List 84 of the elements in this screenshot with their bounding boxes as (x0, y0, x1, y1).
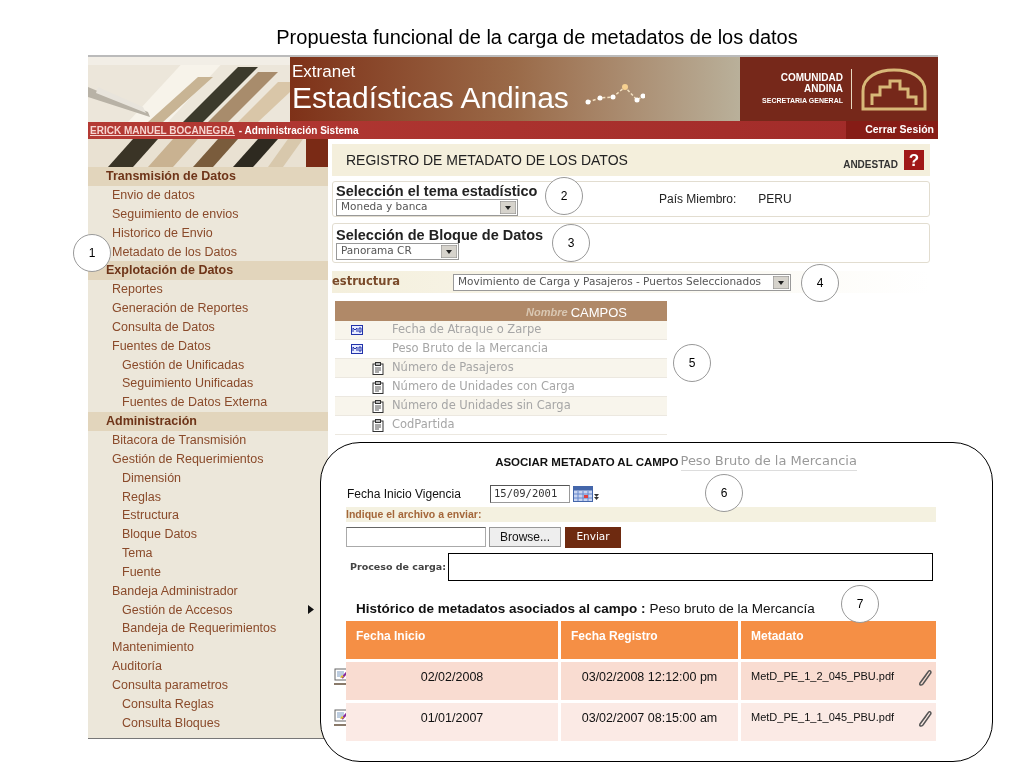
slide-title: Propuesta funcional de la carga de metadatos de los datos (276, 24, 798, 50)
menu-item[interactable]: Metadato de los Datos (112, 245, 238, 259)
date-label: Fecha Inicio Vigencia (346, 486, 462, 503)
menu-item[interactable]: Envio de datos (112, 189, 195, 202)
callout-marker: 4 (801, 264, 839, 302)
section-label: Selección de Bloque de Datos (336, 226, 544, 243)
table-cell: 02/02/2008 (346, 662, 558, 700)
line-chart-icon (584, 84, 645, 106)
menu-item[interactable]: Tema (122, 547, 153, 560)
menu-item[interactable]: Consulta Reglas (122, 697, 214, 711)
dropdown-arrow-icon (773, 275, 789, 289)
menu-item[interactable]: Bloque Datos (122, 528, 198, 541)
help-button[interactable]: ? (904, 150, 924, 170)
menu-item[interactable]: Reportes (112, 283, 163, 296)
menu-item[interactable]: Consulta parametros (112, 678, 229, 692)
callout-marker: 5 (673, 344, 711, 382)
paperclip-icon[interactable] (916, 709, 932, 729)
field-name: Peso Bruto de la Mercancia (680, 450, 857, 471)
column-header: Fecha Inicio (346, 621, 558, 659)
calendar-icon[interactable] (573, 485, 600, 503)
org-name: COMUNIDAD (780, 72, 843, 83)
country-label: País Miembro: (659, 191, 737, 208)
structure-label: estructura (332, 273, 401, 291)
file-name: MetD_PE_1_1_045_PBU.pdf (751, 710, 895, 725)
process-label: Proceso de carga: (349, 559, 448, 574)
user-link[interactable]: ERICK MANUEL BOCANEGRA (90, 122, 235, 138)
callout-marker: 3 (552, 224, 590, 262)
menu-item[interactable]: Mantenimiento (112, 641, 194, 654)
page-title: REGISTRO DE METADATO DE LOS DATOS (346, 150, 629, 170)
structure-select[interactable]: Movimiento de Carga y Pasajeros - Puertos Seleccionados (453, 273, 791, 291)
clipboard-icon (372, 361, 384, 375)
table-cell: 03/02/2007 08:15:00 am (561, 703, 738, 741)
menu-item[interactable]: Gestión de Unificadas (122, 358, 245, 372)
product-label: Extranet (292, 63, 357, 81)
org-name: ANDINA (804, 83, 843, 94)
menu-item[interactable]: Fuentes de Datos Externa (122, 396, 268, 409)
menu-item[interactable]: Dimensión (122, 471, 182, 485)
column-header: Metadato (741, 621, 936, 659)
menu-item[interactable]: Reglas (122, 490, 161, 503)
document-icon (351, 325, 363, 335)
module-label: ANDESTAD (843, 157, 898, 172)
menu-item[interactable]: Seguimiento Unificadas (122, 377, 254, 390)
file-field[interactable] (346, 527, 486, 547)
column-header-faded: Nombre (526, 304, 568, 320)
table-cell: 03/02/2008 12:12:00 pm (561, 662, 738, 700)
menu-item[interactable]: Gestión de Accesos (122, 603, 233, 617)
dropdown-arrow-icon (441, 244, 457, 258)
browse-button[interactable]: Browse... (489, 527, 561, 547)
date-field[interactable]: 15/09/2001 (490, 485, 570, 503)
logout-button[interactable]: Cerrar Sesión (846, 121, 938, 139)
menu-item[interactable]: Historico de Envio (112, 226, 213, 240)
theme-select[interactable]: Moneda y banca (336, 198, 518, 216)
callout-marker: 2 (545, 177, 583, 215)
file-prompt: Indique el archivo a enviar: (346, 506, 482, 522)
user-role: - Administración Sistema (238, 123, 359, 138)
menu-item[interactable]: Fuentes de Datos (112, 339, 211, 353)
menu-item[interactable]: Gestión de Requerimientos (112, 452, 264, 466)
dropdown-arrow-icon (500, 200, 516, 214)
country-value: PERU (758, 191, 792, 208)
menu-item[interactable]: Bandeja Administrador (112, 584, 238, 598)
file-name: MetD_PE_1_2_045_PBU.pdf (751, 669, 895, 684)
menu-item[interactable]: Consulta Bloques (122, 716, 220, 730)
history-title: Histórico de metadatos asociados al campo : (356, 599, 646, 618)
block-select[interactable]: Panorama CR (336, 242, 459, 260)
menu-item[interactable]: Estructura (122, 509, 179, 522)
menu-item[interactable]: Consulta de Datos (112, 320, 215, 334)
menu-item[interactable]: Auditoría (112, 660, 163, 673)
section-label: Selección el tema estadístico (336, 182, 538, 199)
dialog-title: ASOCIAR METADATO AL CAMPO (495, 454, 679, 470)
menu-item[interactable]: Bitacora de Transmisión (112, 434, 247, 447)
menu-item[interactable]: Bandeja de Requerimientos (122, 622, 277, 635)
document-icon (351, 344, 363, 354)
logo-icon (860, 67, 928, 111)
table-cell: 01/01/2007 (346, 703, 558, 741)
menu-item[interactable]: Seguimiento de envios (112, 207, 239, 221)
send-button[interactable]: Enviar (565, 526, 621, 548)
app-title: Estadísticas Andinas (292, 81, 569, 115)
column-header: Fecha Registro (561, 621, 738, 659)
history-field: Peso bruto de la Mercancía (649, 598, 815, 620)
menu-item[interactable]: Generación de Reportes (112, 302, 249, 315)
menu-item[interactable]: Fuente (122, 565, 161, 579)
paperclip-icon[interactable] (916, 668, 932, 688)
column-header: CAMPOS (570, 306, 627, 320)
clipboard-icon (372, 399, 384, 413)
